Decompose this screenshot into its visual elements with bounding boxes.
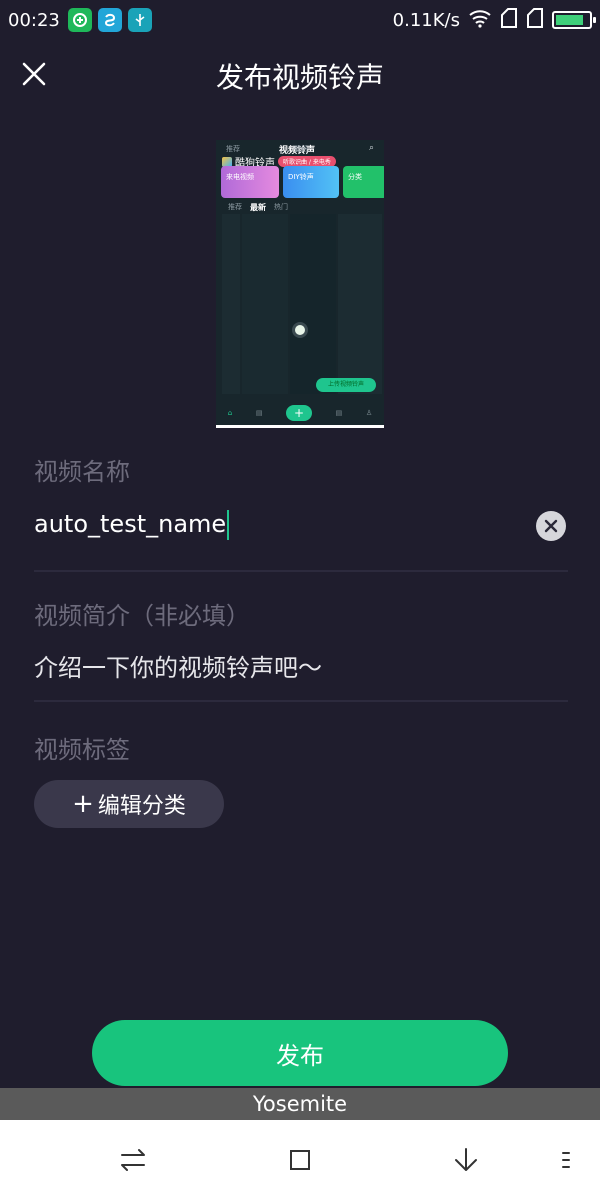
- switch-app-button[interactable]: [115, 1144, 151, 1176]
- square-icon: [290, 1150, 310, 1170]
- preview-home-icon: ⌂: [227, 409, 233, 417]
- menu-button[interactable]: [548, 1144, 584, 1176]
- name-label: 视频名称: [34, 458, 130, 486]
- back-button[interactable]: [448, 1144, 484, 1176]
- preview-loading-icon: [292, 322, 308, 338]
- preview-tab-recommend: 推荐: [228, 203, 242, 211]
- preview-tabs: 推荐 最新 热门: [228, 202, 288, 213]
- switch-icon: [121, 1149, 145, 1171]
- preview-card-2: DIY铃声: [283, 166, 339, 198]
- preview-nav: ⌂ ▤ + ▤ ♙: [216, 402, 384, 424]
- wechat-icon: [67, 8, 92, 32]
- home-button[interactable]: [282, 1144, 318, 1176]
- publish-button[interactable]: 发布: [92, 1020, 508, 1086]
- app-icon: [97, 8, 122, 32]
- arrow-down-icon: [455, 1148, 477, 1171]
- usb-icon: [127, 8, 152, 32]
- name-input-value: auto_test_name: [34, 510, 227, 538]
- preview-column: [242, 214, 288, 394]
- edit-category-button[interactable]: + 编辑分类: [34, 780, 224, 828]
- text-caret: [227, 510, 230, 540]
- video-preview[interactable]: 推荐 视频铃声 壁纸 ⌕ 酷狗铃声 听歌识曲 / 来电秀 来电视频 DIY铃声 …: [216, 140, 384, 428]
- sim2-icon: [526, 7, 544, 34]
- net-speed: 0.11K/s: [392, 9, 460, 31]
- name-input[interactable]: auto_test_name: [34, 510, 230, 540]
- divider: [34, 570, 568, 572]
- status-time: 00:23: [8, 9, 60, 31]
- desc-label: 视频简介（非必填）: [34, 602, 250, 630]
- menu-icon: [562, 1152, 570, 1168]
- preview-nav-icon: ▤: [255, 409, 263, 417]
- preview-column: [290, 214, 336, 394]
- preview-tab-right: 壁纸: [294, 145, 308, 153]
- edit-category-label: 编辑分类: [97, 794, 186, 819]
- preview-tab-latest: 最新: [250, 203, 266, 212]
- status-right: 0.11K/s: [392, 7, 596, 34]
- preview-nav-icon: ▤: [335, 409, 343, 417]
- divider: [34, 700, 568, 702]
- preview-plus-icon: +: [286, 405, 313, 421]
- system-nav-bar: [0, 1120, 600, 1200]
- preview-brand-logo: [222, 156, 232, 167]
- header: 发布视频铃声: [0, 44, 600, 108]
- preview-card-3: 分类: [343, 166, 384, 198]
- status-bar: 00:23 0.11K/s: [0, 0, 600, 40]
- desc-input[interactable]: 介绍一下你的视频铃声吧～: [34, 648, 322, 683]
- preview-cta: 上传视频铃声: [316, 378, 376, 392]
- preview-card-1: 来电视频: [221, 166, 279, 198]
- tags-label: 视频标签: [34, 736, 130, 764]
- plus-icon: +: [72, 789, 94, 819]
- toast-message: Yosemite: [0, 1088, 600, 1120]
- page-title: 发布视频铃声: [215, 61, 384, 94]
- preview-search-icon: ⌕: [368, 143, 374, 153]
- preview-column: [222, 214, 240, 394]
- preview-nav-icon: ♙: [365, 409, 373, 417]
- clear-icon: [544, 519, 558, 533]
- wifi-icon: [468, 8, 492, 33]
- clear-button[interactable]: [536, 511, 566, 541]
- preview-column: [338, 214, 382, 394]
- sim1-icon: [500, 7, 518, 34]
- preview-tab-hot: 热门: [274, 203, 288, 211]
- preview-tab-left: 推荐: [226, 145, 240, 153]
- battery-icon: [552, 11, 596, 29]
